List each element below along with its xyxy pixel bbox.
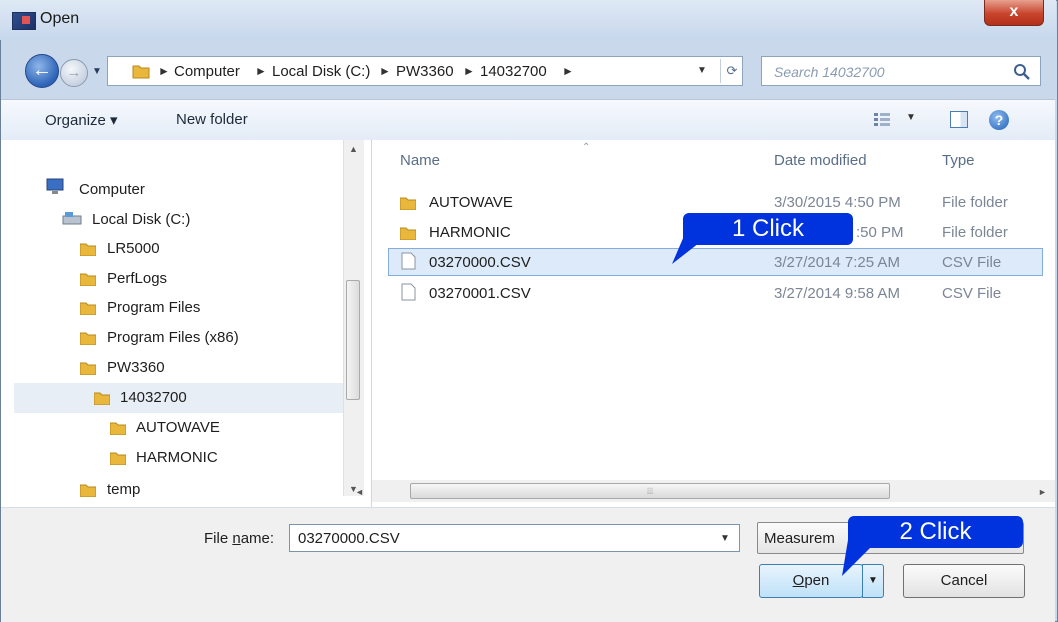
folder-icon: [110, 452, 126, 465]
folder-icon: [400, 197, 416, 210]
file-name-label: File name:: [204, 530, 275, 547]
file-row-autowave-type: File folder: [942, 194, 1008, 211]
command-toolbar: Organize ▾ New folder ▼ ?: [1, 99, 1055, 141]
breadcrumb-separator-icon[interactable]: ►: [255, 64, 267, 78]
file-name-input[interactable]: 03270000.CSV ▼: [289, 524, 740, 552]
scroll-up-icon[interactable]: ▲: [349, 144, 358, 154]
file-type-filter-value: Measurem: [764, 530, 835, 547]
recent-pages-dropdown-icon[interactable]: ▼: [92, 66, 102, 77]
folder-icon: [94, 392, 110, 405]
column-header-date-modified[interactable]: Date modified: [774, 152, 867, 169]
file-name-value: 03270000.CSV: [298, 530, 400, 547]
folder-icon: [110, 422, 126, 435]
file-row-03270000-type: CSV File: [942, 254, 1002, 271]
file-row-harmonic-type: File folder: [942, 224, 1008, 241]
views-icon[interactable]: [873, 112, 893, 128]
sidebar-item-lr5000[interactable]: LR5000: [107, 240, 160, 257]
file-icon: [401, 283, 416, 301]
title-bar: [0, 0, 1056, 40]
search-input[interactable]: Search 14032700: [761, 56, 1041, 86]
sidebar-item-program-files-x86[interactable]: Program Files (x86): [107, 329, 239, 346]
column-header-name[interactable]: Name: [400, 152, 440, 169]
new-folder-button[interactable]: New folder: [176, 111, 248, 128]
column-header-type[interactable]: Type: [942, 152, 975, 169]
file-icon: [401, 252, 416, 270]
computer-icon: [46, 178, 64, 194]
address-bar[interactable]: ► Computer ► Local Disk (C:) ► PW3360 ► …: [107, 56, 743, 86]
folder-icon: [400, 227, 416, 240]
callout-1-click: 1 Click: [683, 213, 853, 245]
sidebar-item-computer[interactable]: Computer: [79, 181, 145, 198]
file-row-harmonic-name[interactable]: HARMONIC: [429, 224, 511, 241]
horizontal-scrollbar-thumb[interactable]: ⦙⦙⦙: [410, 483, 890, 499]
sidebar-item-perflogs[interactable]: PerfLogs: [107, 270, 167, 287]
folder-icon: [80, 332, 96, 345]
forward-button[interactable]: →: [60, 59, 88, 87]
help-icon[interactable]: ?: [989, 110, 1009, 130]
scroll-right-icon[interactable]: ►: [1038, 487, 1047, 497]
breadcrumb-computer[interactable]: Computer: [174, 63, 240, 80]
sidebar-item-autowave[interactable]: AUTOWAVE: [136, 419, 220, 436]
address-dropdown-icon[interactable]: ▼: [697, 65, 707, 76]
organize-button[interactable]: Organize ▾: [45, 111, 118, 129]
drive-icon: [62, 212, 82, 225]
cancel-button[interactable]: Cancel: [903, 564, 1025, 598]
back-button[interactable]: ←: [25, 54, 59, 88]
breadcrumb-separator-icon[interactable]: ►: [379, 64, 391, 78]
folder-icon: [80, 362, 96, 375]
search-icon[interactable]: [1013, 63, 1031, 81]
folder-icon: [80, 273, 96, 286]
preview-pane-icon[interactable]: [950, 111, 968, 128]
callout-2-click: 2 Click: [848, 516, 1023, 548]
file-row-autowave-date: 3/30/2015 4:50 PM: [774, 194, 901, 211]
breadcrumb-pw3360[interactable]: PW3360: [396, 63, 454, 80]
scroll-left-icon[interactable]: ◄: [355, 487, 364, 497]
refresh-icon[interactable]: ⟳: [720, 59, 743, 83]
file-row-03270000-date: 3/27/2014 7:25 AM: [774, 254, 900, 271]
window-title: Open: [40, 10, 80, 27]
breadcrumb-14032700[interactable]: 14032700: [480, 63, 547, 80]
sidebar-item-temp[interactable]: temp: [107, 481, 140, 498]
breadcrumb-local-disk[interactable]: Local Disk (C:): [272, 63, 370, 80]
folder-icon: [132, 65, 150, 79]
close-button[interactable]: x: [984, 0, 1044, 26]
folder-icon: [80, 302, 96, 315]
file-row-03270001-date: 3/27/2014 9:58 AM: [774, 285, 900, 302]
sort-ascending-icon: ⌃: [582, 142, 591, 153]
views-dropdown-icon[interactable]: ▼: [906, 112, 916, 123]
file-row-autowave-name[interactable]: AUTOWAVE: [429, 194, 513, 211]
sidebar-item-harmonic[interactable]: HARMONIC: [136, 449, 218, 466]
breadcrumb-separator-icon[interactable]: ►: [463, 64, 475, 78]
search-placeholder: Search 14032700: [774, 64, 885, 80]
file-name-dropdown-icon[interactable]: ▼: [720, 533, 730, 544]
folder-icon: [80, 484, 96, 497]
app-icon: [12, 12, 36, 30]
file-row-03270001-type: CSV File: [942, 285, 1002, 302]
sidebar-item-local-disk[interactable]: Local Disk (C:): [92, 211, 190, 228]
sidebar-item-program-files[interactable]: Program Files: [107, 299, 200, 316]
folder-icon: [80, 243, 96, 256]
file-row-harmonic-date: :50 PM: [856, 224, 904, 241]
nav-scrollbar-thumb[interactable]: [346, 280, 360, 400]
file-row-03270001-name[interactable]: 03270001.CSV: [429, 285, 531, 302]
sidebar-item-pw3360[interactable]: PW3360: [107, 359, 165, 376]
sidebar-item-14032700[interactable]: 14032700: [120, 389, 187, 406]
breadcrumb-separator-icon[interactable]: ►: [158, 64, 170, 78]
breadcrumb-separator-icon[interactable]: ►: [562, 64, 574, 78]
file-row-03270000-name[interactable]: 03270000.CSV: [429, 254, 531, 271]
